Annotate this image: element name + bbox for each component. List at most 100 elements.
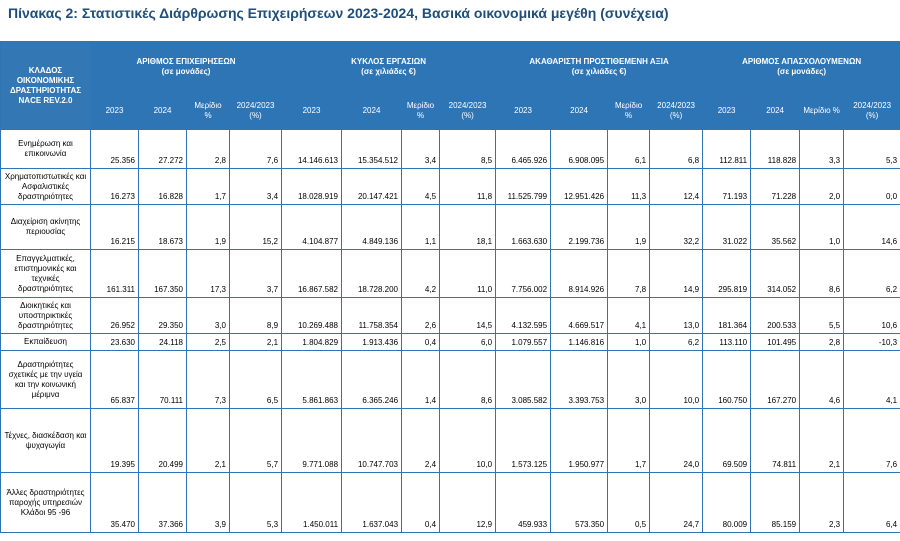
table-cell: 71.228 [750,168,801,205]
row-category: Χρηματοπιστωτικές και Ασφαλιστικές δραστ… [0,168,91,205]
table-cell: 6.365.246 [341,350,403,409]
table-cell: 2,1 [228,333,283,351]
table-cell: 32,2 [649,204,704,250]
table-cell: 11.525.799 [495,168,552,205]
table-cell: 7,3 [186,350,230,409]
subheader-2024: 2024 [750,92,801,130]
table-cell: 8,6 [799,249,845,298]
table-cell: 4.849.136 [341,204,403,250]
table-cell: 85.159 [750,472,801,533]
table-cell: 1.146.816 [550,333,609,351]
table-cell: 8,9 [228,297,283,334]
table-cell: 2,3 [799,472,845,533]
table-cell: 160.750 [702,350,752,409]
table-cell: 3,9 [186,472,230,533]
table-cell: 1,0 [607,333,651,351]
table-cell: 37.366 [138,472,187,533]
table-cell: 2,8 [799,333,845,351]
table-cell: 1,7 [607,408,651,473]
header-category: ΚΛΑΔΟΣ ΟΙΚΟΝΟΜΙΚΗΣ ΔΡΑΣΤΗΡΙΟΤΗΤΑΣ NACE R… [0,41,91,130]
table-cell: 3.085.582 [495,350,552,409]
table-cell: 167.270 [750,350,801,409]
table-cell: 4,5 [401,168,441,205]
table-cell: 1,4 [401,350,441,409]
row-category: Διοικητικές και υποστηρικτικές δραστηριό… [0,297,91,334]
table-cell: 80.009 [702,472,752,533]
table-cell: 1.637.043 [341,472,403,533]
subheader-2023: 2023 [90,92,139,130]
table-cell: 18.728.200 [341,249,403,298]
table-cell: 4,6 [799,350,845,409]
row-category: Εκπαίδευση [0,333,91,351]
table-cell: 3,0 [607,350,651,409]
table-cell: 459.933 [495,472,552,533]
header-group-employees: ΑΡΙΘΜΟΣ ΑΠΑΣΧΟΛΟΥΜΕΝΩΝ (σε μονάδες) [702,41,900,93]
table-cell: 7,8 [607,249,651,298]
table-cell: 2,1 [799,408,845,473]
table-cell: 5,7 [228,408,283,473]
table-cell: 26.952 [90,297,139,334]
subheader-2024: 2024 [138,92,187,130]
table-cell: 10.747.703 [341,408,403,473]
table-cell: 6,2 [843,249,900,298]
table-cell: 65.837 [90,350,139,409]
table-cell: 3,3 [799,129,845,169]
table-cell: 1,0 [799,204,845,250]
subheader-change: 2024/2023 (%) [649,92,704,130]
table-row: Ενημέρωση και επικοινωνία 25.356 27.272 2,8… [0,129,900,169]
table-cell: 35.562 [750,204,801,250]
row-category: Άλλες δραστηριότητες παροχής υπηρεσιών Κ… [0,472,91,533]
table-cell: 24,7 [649,472,704,533]
table-cell: 16.273 [90,168,139,205]
table-cell: 161.311 [90,249,139,298]
table-cell: 1.079.557 [495,333,552,351]
subheader-2023: 2023 [495,92,552,130]
table-cell: 10,0 [649,350,704,409]
row-category: Επαγγελματικές, επιστημονικές και τεχνικ… [0,249,91,298]
table-cell: 12,4 [649,168,704,205]
table-cell: 16.828 [138,168,187,205]
table-cell: 12,9 [439,472,497,533]
table-cell: 6,2 [649,333,704,351]
table-cell: 2,4 [401,408,441,473]
table-cell: 112.811 [702,129,752,169]
table-cell: 11,0 [439,249,497,298]
table-cell: 27.272 [138,129,187,169]
table-cell: 25.356 [90,129,139,169]
table-row: Διοικητικές και υποστηρικτικές δραστηριό… [0,297,900,334]
subheader-change: 2024/2023 (%) [228,92,283,130]
subheader-share: Μερίδιο % [799,92,845,130]
subheader-change: 2024/2023 (%) [843,92,900,130]
table-cell: 5,3 [228,472,283,533]
table-cell: 20.499 [138,408,187,473]
subheader-2024: 2024 [550,92,609,130]
table-cell: 5,5 [799,297,845,334]
table-cell: 6,4 [843,472,900,533]
table-cell: 12.951.426 [550,168,609,205]
table-cell: 10,0 [439,408,497,473]
table-cell: 8,6 [439,350,497,409]
table-cell: 1,9 [186,204,230,250]
table-cell: 14,6 [843,204,900,250]
table-cell: 15.354.512 [341,129,403,169]
page-title: Πίνακας 2: Στατιστικές Διάρθρωσης Επιχει… [8,5,669,21]
subheader-2023: 2023 [281,92,343,130]
table-cell: 14,5 [439,297,497,334]
table-cell: 7.756.002 [495,249,552,298]
table-cell: 0,4 [401,333,441,351]
table-cell: 16.215 [90,204,139,250]
table-cell: 1.804.829 [281,333,343,351]
table-cell: 4.104.877 [281,204,343,250]
row-category: Δραστηριότητες σχετικές με την υγεία και… [0,350,91,409]
table-row: Χρηματοπιστωτικές και Ασφαλιστικές δραστ… [0,168,900,205]
table-cell: 6.465.926 [495,129,552,169]
table-cell: 3,7 [228,249,283,298]
table-cell: 8.914.926 [550,249,609,298]
subheader-share: Μερίδιο % [186,92,230,130]
table-cell: 0,0 [843,168,900,205]
table-cell: 8,5 [439,129,497,169]
table-cell: 295.819 [702,249,752,298]
table-row: Επαγγελματικές, επιστημονικές και τεχνικ… [0,249,900,298]
subheader-row: 2023 2024 Μερίδιο % 2024/2023 (%) 2023 2… [1,92,900,130]
table-cell: 18,1 [439,204,497,250]
